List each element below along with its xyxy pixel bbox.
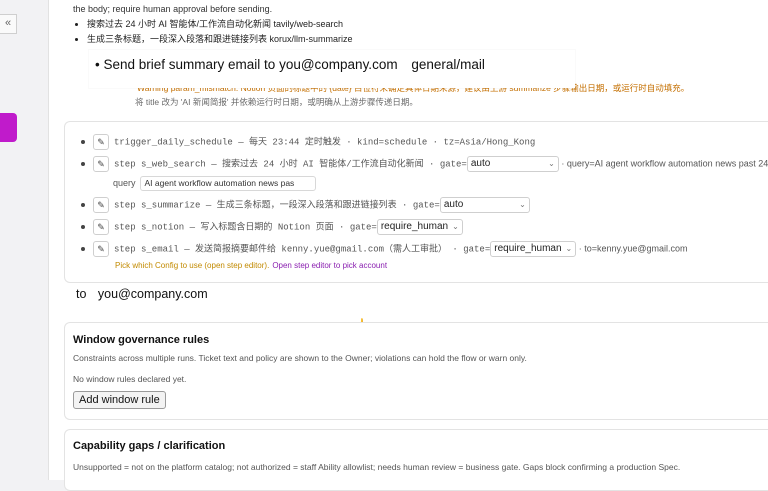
gate-select[interactable]: require_human ⌄ [376, 219, 463, 235]
query-input[interactable]: AI agent workflow automation news pas [139, 176, 316, 191]
list-bullet [81, 203, 85, 207]
step-email-to: · to=kenny.yue@gmail.com [578, 243, 688, 254]
edit-pencil-icon[interactable]: ✎ [93, 219, 109, 235]
step-text: trigger_daily_schedule — 每天 23:44 定时触发 ·… [114, 137, 536, 148]
window-governance-card: Window governance rules Constraints acro… [64, 322, 768, 420]
step-query-summary: · query=AI agent workflow automation new… [561, 158, 768, 169]
chevron-down-icon: ⌄ [548, 159, 555, 168]
suggestion-text: Send brief summary email to you@company.… [103, 57, 398, 72]
gate-value: auto [470, 158, 491, 169]
edit-pencil-icon[interactable]: ✎ [93, 156, 109, 172]
gate-value: auto [443, 199, 464, 210]
steps-list: ✎ trigger_daily_schedule — 每天 23:44 定时触发 … [64, 121, 768, 283]
open-step-editor-link[interactable]: Open step editor to pick account [272, 261, 387, 270]
sidebar-active-tab[interactable] [0, 113, 17, 142]
capability-description: Unsupported = not on the platform catalo… [73, 462, 681, 472]
step-email: ✎ step s_email — 发送简报摘要邮件给 kenny.yue@gmai… [81, 241, 688, 257]
capability-title: Capability gaps / clarification [73, 440, 226, 452]
list-bullet [81, 140, 85, 144]
chevron-down-icon: ⌄ [452, 222, 459, 231]
description-line: the body; require human approval before … [73, 4, 273, 14]
suggestion-bullet: • [95, 57, 100, 72]
edit-pencil-icon[interactable]: ✎ [93, 134, 109, 150]
window-rules-title: Window governance rules [73, 334, 210, 346]
description-bullet: 搜索过去 24 小时 AI 智能体/工作流自动化新闻 tavily/web-se… [87, 17, 763, 32]
description-bullet: 生成三条标题，一段深入段落和跟进链接列表 korux/llm-summarize [87, 32, 763, 47]
step-summarize: ✎ step s_summarize — 生成三条标题，一段深入段落和跟进链接列表… [81, 197, 530, 213]
query-label: query [113, 177, 136, 188]
list-bullet [81, 162, 85, 166]
autocomplete-suggestion[interactable]: • Send brief summary email to you@compan… [89, 50, 575, 88]
gate-select[interactable]: require_human ⌄ [490, 241, 577, 257]
edit-pencil-icon[interactable]: ✎ [93, 241, 109, 257]
gate-select[interactable]: auto ⌄ [439, 197, 530, 213]
step-text: step s_summarize — 生成三条标题，一段深入段落和跟进链接列表 … [114, 200, 440, 211]
gate-value: require_human [380, 221, 449, 232]
collapse-sidebar-button[interactable]: « [0, 14, 17, 34]
to-email: you@company.com [97, 287, 208, 301]
description-bullets: 搜索过去 24 小时 AI 智能体/工作流自动化新闻 tavily/web-se… [73, 17, 763, 47]
suggestion-folder: general/mail [411, 57, 485, 72]
list-bullet [81, 247, 85, 251]
step-notion: ✎ step s_notion — 写入标题含日期的 Notion 页面 · ga… [81, 219, 463, 235]
chevron-down-icon: ⌄ [565, 244, 573, 253]
config-hint-text: Pick which Config to use (open step edit… [115, 261, 270, 270]
config-hint: Pick which Config to use (open step edit… [115, 261, 387, 270]
to-recipient-line: to you@company.com [76, 287, 208, 301]
edit-pencil-icon[interactable]: ✎ [93, 197, 109, 213]
query-row: query AI agent workflow automation news p… [113, 176, 316, 191]
window-rules-description: Constraints across multiple runs. Ticket… [73, 353, 527, 363]
gate-select[interactable]: auto ⌄ [466, 156, 559, 172]
warning-hint: 将 title 改为 'AI 新闻简报' 并依赖运行时日期，或明确从上游步骤传递… [135, 97, 418, 107]
spec-description: the body; require human approval before … [73, 2, 763, 47]
step-text: step s_web_search — 搜索过去 24 小时 AI 智能体/工作… [114, 159, 467, 170]
to-prefix: to [76, 287, 87, 301]
capability-gaps-card: Capability gaps / clarification Unsuppor… [64, 429, 768, 491]
window-rules-empty: No window rules declared yet. [73, 374, 187, 384]
step-trigger: ✎ trigger_daily_schedule — 每天 23:44 定时触发 … [81, 134, 535, 150]
step-text: step s_email — 发送简报摘要邮件给 kenny.yue@gmail… [114, 244, 491, 255]
add-window-rule-button[interactable]: Add window rule [73, 391, 166, 409]
chevron-down-icon: ⌄ [519, 200, 526, 209]
step-text: step s_notion — 写入标题含日期的 Notion 页面 · gat… [114, 222, 377, 233]
list-bullet [81, 225, 85, 229]
gate-value: require_human [494, 243, 562, 254]
step-web-search: ✎ step s_web_search — 搜索过去 24 小时 AI 智能体/工… [81, 156, 768, 172]
